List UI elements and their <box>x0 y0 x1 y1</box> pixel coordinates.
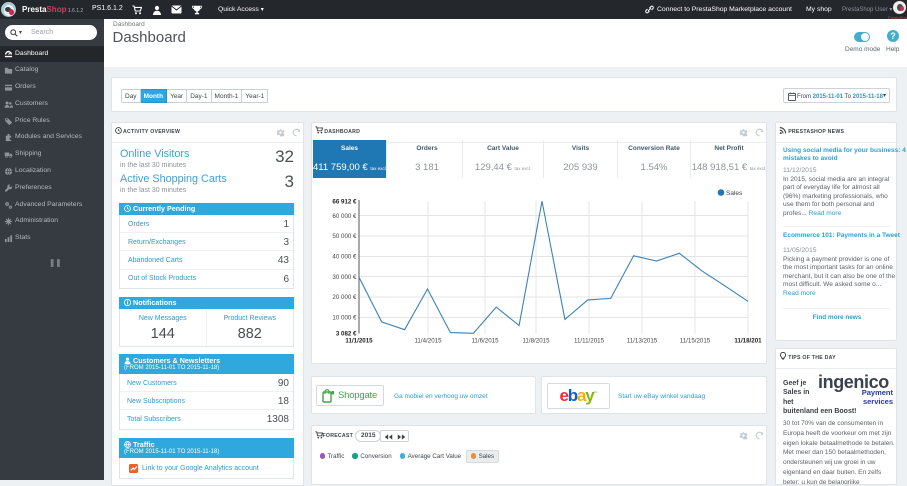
svg-text:11/15/2015: 11/15/2015 <box>680 338 711 345</box>
svg-text:11/13/2015: 11/13/2015 <box>627 338 658 345</box>
svg-text:50 000 €: 50 000 € <box>332 233 357 240</box>
svg-text:66 912 €: 66 912 € <box>332 198 357 205</box>
svg-text:11/11/2015: 11/11/2015 <box>574 338 605 345</box>
svg-text:11/8/2015: 11/8/2015 <box>522 338 550 345</box>
svg-text:20 000 €: 20 000 € <box>332 294 357 301</box>
svg-text:40 000 €: 40 000 € <box>332 254 357 261</box>
svg-text:11/4/2015: 11/4/2015 <box>414 338 442 345</box>
svg-text:3 082 €: 3 082 € <box>336 331 357 338</box>
svg-text:11/6/2015: 11/6/2015 <box>471 338 499 345</box>
svg-text:30 000 €: 30 000 € <box>332 274 357 281</box>
svg-text:11/1/2015: 11/1/2015 <box>345 338 373 345</box>
svg-text:11/18/201: 11/18/201 <box>734 338 762 345</box>
svg-text:10 000 €: 10 000 € <box>332 315 357 322</box>
svg-text:Sales: Sales <box>726 190 743 197</box>
svg-text:60 000 €: 60 000 € <box>332 213 357 220</box>
